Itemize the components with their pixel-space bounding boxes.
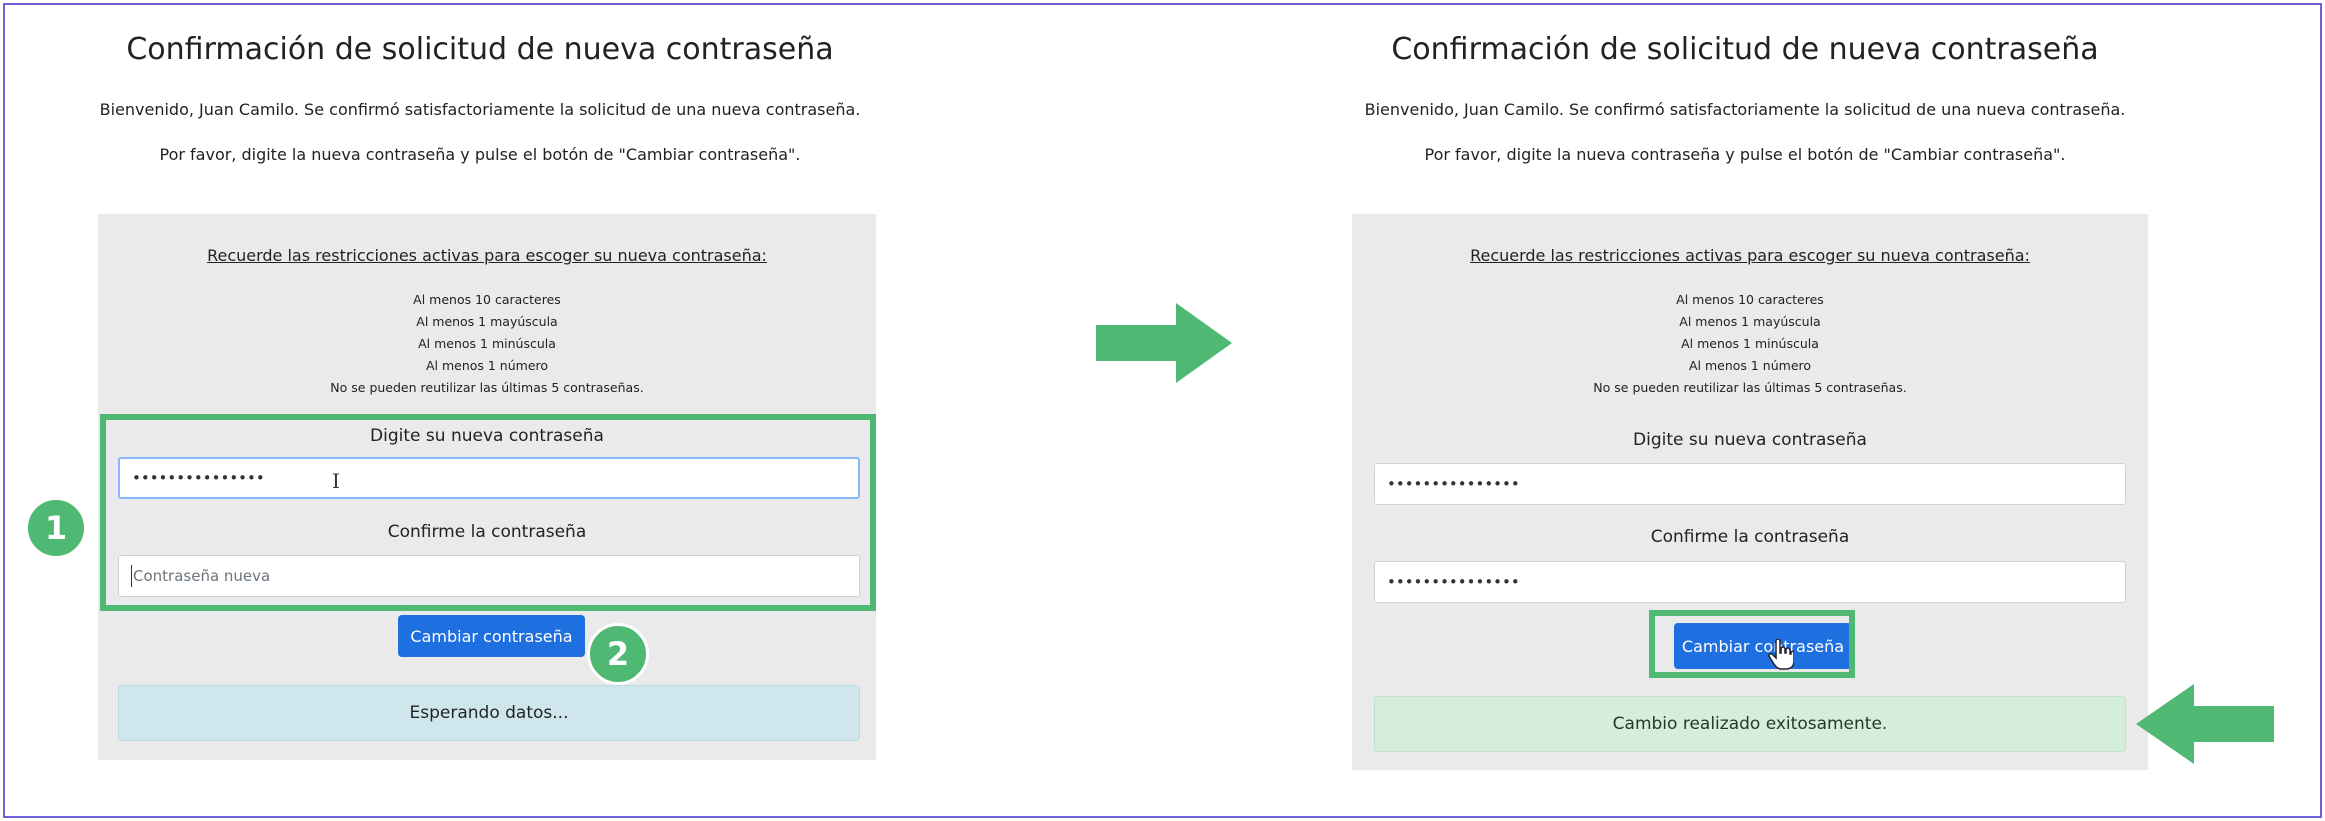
highlight-inputs [100, 414, 876, 611]
left-panel: Confirmación de solicitud de nueva contr… [90, 0, 876, 821]
right-panel: Confirmación de solicitud de nueva contr… [1330, 0, 2160, 821]
page-title: Confirmación de solicitud de nueva contr… [1391, 32, 2099, 67]
restriction-item: No se pueden reutilizar las últimas 5 co… [1593, 380, 1907, 395]
arrow-right-icon [1096, 303, 1232, 383]
restriction-item: Al menos 1 número [425, 358, 549, 373]
step-1-badge: 1 [25, 497, 87, 559]
status-alert-waiting: Esperando datos... [118, 685, 860, 741]
restriction-item: Al menos 1 mayúscula [416, 314, 558, 329]
restriction-item: Al menos 1 mayúscula [1679, 314, 1821, 329]
instruction-text: Por favor, digite la nueva contraseña y … [1424, 145, 2066, 164]
restrictions-heading: Recuerde las restricciones activas para … [1470, 246, 2030, 265]
restrictions-list: Al menos 10 caracteres Al menos 1 mayúsc… [98, 289, 876, 399]
highlight-button [1649, 610, 1855, 678]
confirm-password-input[interactable]: ••••••••••••••• [1374, 561, 2126, 603]
new-password-input[interactable]: ••••••••••••••• [1374, 463, 2126, 505]
welcome-text: Bienvenido, Juan Camilo. Se confirmó sat… [99, 100, 861, 119]
restrictions-heading: Recuerde las restricciones activas para … [207, 246, 767, 265]
form-card: Recuerde las restricciones activas para … [1352, 214, 2148, 770]
restriction-item: Al menos 1 minúscula [418, 336, 556, 351]
change-password-button[interactable]: Cambiar contraseña [398, 615, 585, 657]
welcome-text: Bienvenido, Juan Camilo. Se confirmó sat… [1364, 100, 2126, 119]
restriction-item: No se pueden reutilizar las últimas 5 co… [330, 380, 644, 395]
confirm-password-label: Confirme la contraseña [1650, 527, 1850, 547]
masked-value: ••••••••••••••• [1387, 573, 1520, 591]
masked-value: ••••••••••••••• [1387, 475, 1520, 493]
arrow-left-icon [2136, 684, 2274, 764]
instruction-text: Por favor, digite la nueva contraseña y … [159, 145, 801, 164]
page-title: Confirmación de solicitud de nueva contr… [126, 32, 834, 67]
status-alert-success: Cambio realizado exitosamente. [1374, 696, 2126, 752]
restriction-item: Al menos 10 caracteres [1676, 292, 1824, 307]
restrictions-list: Al menos 10 caracteres Al menos 1 mayúsc… [1352, 289, 2148, 399]
restriction-item: Al menos 1 minúscula [1681, 336, 1819, 351]
new-password-label: Digite su nueva contraseña [1633, 430, 1867, 450]
restriction-item: Al menos 10 caracteres [413, 292, 561, 307]
restriction-item: Al menos 1 número [1688, 358, 1812, 373]
step-2-badge: 2 [587, 623, 649, 685]
